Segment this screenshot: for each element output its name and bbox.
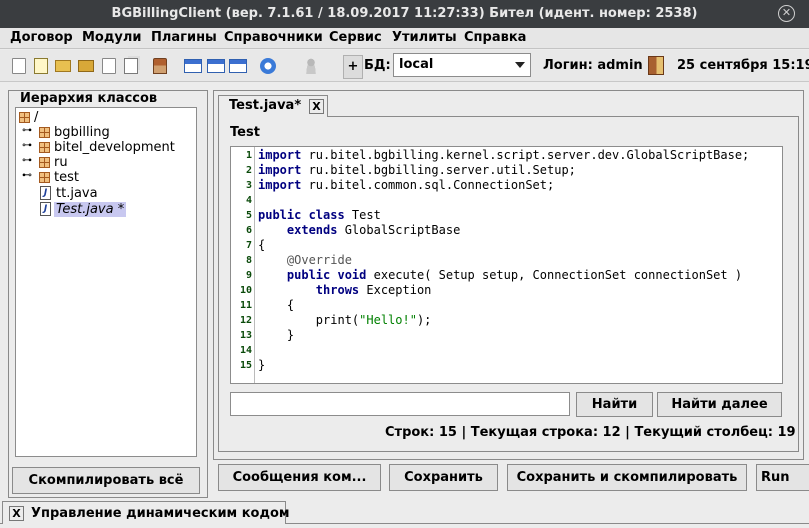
- menu-plugins[interactable]: Плагины: [151, 30, 217, 45]
- menu-service[interactable]: Сервис: [329, 30, 382, 45]
- run-button[interactable]: Run: [756, 464, 809, 491]
- class-tree[interactable]: / ⊶ bgbilling ⊶ bitel_development ⊶ ru ⊷…: [15, 107, 197, 457]
- java-file-icon: J: [40, 202, 51, 216]
- broom-icon[interactable]: [153, 58, 167, 74]
- tree-item-ru[interactable]: ⊶ ru: [22, 155, 182, 170]
- database-label: БД:: [364, 58, 391, 73]
- code-line: import ru.bitel.bgbilling.kernel.script.…: [258, 148, 750, 162]
- document-remove-icon[interactable]: [102, 58, 116, 74]
- package-icon: [39, 127, 50, 138]
- code-line: throws Exception: [315, 283, 432, 297]
- code-editor[interactable]: 1 2 3 4 5 6 7 8 9 10 11 12 13 14 15 impo…: [230, 146, 783, 384]
- save-button[interactable]: Сохранить: [389, 464, 498, 491]
- package-icon: [19, 112, 30, 123]
- title-bar: BGBillingClient (вер. 7.1.61 / 18.09.201…: [0, 0, 809, 28]
- close-tab-icon[interactable]: X: [309, 99, 324, 114]
- compiler-messages-button[interactable]: Сообщения ком...: [218, 464, 381, 491]
- expand-key-icon[interactable]: ⊶: [22, 155, 36, 166]
- tab-dynamic-code[interactable]: X Управление динамическим кодом: [2, 501, 290, 524]
- tab-test-java[interactable]: Test.java* X: [218, 95, 328, 117]
- code-line: {: [258, 238, 266, 252]
- class-hierarchy-title: Иерархия классов: [18, 91, 160, 106]
- window-remove-icon[interactable]: [229, 59, 247, 73]
- find-next-button[interactable]: Найти далее: [657, 392, 782, 417]
- tree-item-bgbilling[interactable]: ⊶ bgbilling: [22, 125, 182, 140]
- menu-utilities[interactable]: Утилиты: [392, 30, 457, 45]
- window-close-icon[interactable]: ✕: [778, 5, 795, 22]
- menu-contract[interactable]: Договор: [10, 30, 73, 45]
- chevron-down-icon: [515, 62, 525, 68]
- code-line: @Override: [258, 253, 352, 267]
- line-number: 1: [245, 150, 252, 161]
- copy-documents-icon[interactable]: [124, 58, 138, 74]
- code-line: import ru.bitel.bgbilling.server.util.Se…: [258, 163, 576, 177]
- line-number: 13: [239, 330, 252, 341]
- package-icon: [39, 157, 50, 168]
- line-number: 11: [239, 300, 252, 311]
- package-icon: [39, 142, 50, 153]
- window-edit-icon[interactable]: [207, 59, 225, 73]
- window-title: BGBillingClient (вер. 7.1.61 / 18.09.201…: [111, 6, 698, 21]
- code-line: public class Test: [258, 208, 381, 222]
- line-number: 2: [245, 165, 252, 176]
- save-and-compile-button[interactable]: Сохранить и скомпилировать: [507, 464, 747, 491]
- line-number: 5: [245, 210, 252, 221]
- tree-file-tt-java[interactable]: J tt.java: [40, 186, 180, 201]
- refresh-icon[interactable]: [260, 58, 276, 74]
- line-number: 6: [245, 225, 252, 236]
- menu-bar: Договор Модули Плагины Справочники Серви…: [0, 28, 809, 49]
- code-line: }: [258, 358, 266, 372]
- logout-door-icon[interactable]: [648, 56, 664, 75]
- line-number: 7: [245, 240, 252, 251]
- open-folder-icon[interactable]: [78, 60, 94, 72]
- code-line: public void execute( Setup setup, Connec…: [286, 268, 743, 282]
- add-database-button[interactable]: +: [343, 55, 363, 79]
- line-number: 9: [245, 270, 252, 281]
- collapse-key-icon[interactable]: ⊷: [22, 170, 36, 181]
- line-number-gutter: 1 2 3 4 5 6 7 8 9 10 11 12 13 14 15: [231, 147, 255, 383]
- tree-root[interactable]: /: [19, 110, 79, 125]
- close-tab-icon[interactable]: X: [9, 506, 24, 521]
- user-icon[interactable]: [305, 58, 317, 74]
- date-time: 25 сентября 15:19: [677, 58, 809, 73]
- line-number: 8: [245, 255, 252, 266]
- login-label: Логин: admin: [543, 58, 643, 73]
- folder-icon[interactable]: [55, 60, 71, 72]
- line-number: 10: [239, 285, 252, 296]
- code-line: print("Hello!");: [258, 313, 432, 327]
- find-button[interactable]: Найти: [576, 392, 653, 417]
- line-number: 15: [239, 360, 252, 371]
- tab-label: Управление динамическим кодом: [31, 506, 290, 521]
- line-number: 4: [245, 195, 252, 206]
- documents-icon[interactable]: [34, 58, 48, 74]
- database-select[interactable]: local: [393, 53, 531, 77]
- tree-file-test-java[interactable]: J Test.java *: [40, 202, 190, 217]
- package-icon: [39, 172, 50, 183]
- expand-key-icon[interactable]: ⊶: [22, 125, 36, 136]
- database-value: local: [399, 57, 434, 72]
- line-number: 12: [239, 315, 252, 326]
- search-input[interactable]: [230, 392, 570, 416]
- code-line: extends GlobalScriptBase: [286, 223, 461, 237]
- menu-modules[interactable]: Модули: [82, 30, 141, 45]
- code-line: }: [258, 328, 295, 342]
- line-number: 3: [245, 180, 252, 191]
- tree-item-test[interactable]: ⊷ test: [22, 170, 182, 185]
- tree-item-bitel-development[interactable]: ⊶ bitel_development: [22, 140, 192, 155]
- tab-label: Test.java*: [229, 98, 302, 113]
- script-name: Test: [230, 125, 260, 140]
- menu-directories[interactable]: Справочники: [224, 30, 323, 45]
- window-add-icon[interactable]: [184, 59, 202, 73]
- line-number: 14: [239, 345, 252, 356]
- compile-all-button[interactable]: Скомпилировать всё: [12, 467, 200, 494]
- code-line: {: [258, 298, 295, 312]
- menu-help[interactable]: Справка: [464, 30, 526, 45]
- java-file-icon: J: [40, 186, 51, 200]
- expand-key-icon[interactable]: ⊶: [22, 140, 36, 151]
- new-document-icon[interactable]: [12, 58, 26, 74]
- code-line: import ru.bitel.common.sql.ConnectionSet…: [258, 178, 555, 192]
- cursor-status: Строк: 15 | Текущая строка: 12 | Текущий…: [385, 425, 796, 440]
